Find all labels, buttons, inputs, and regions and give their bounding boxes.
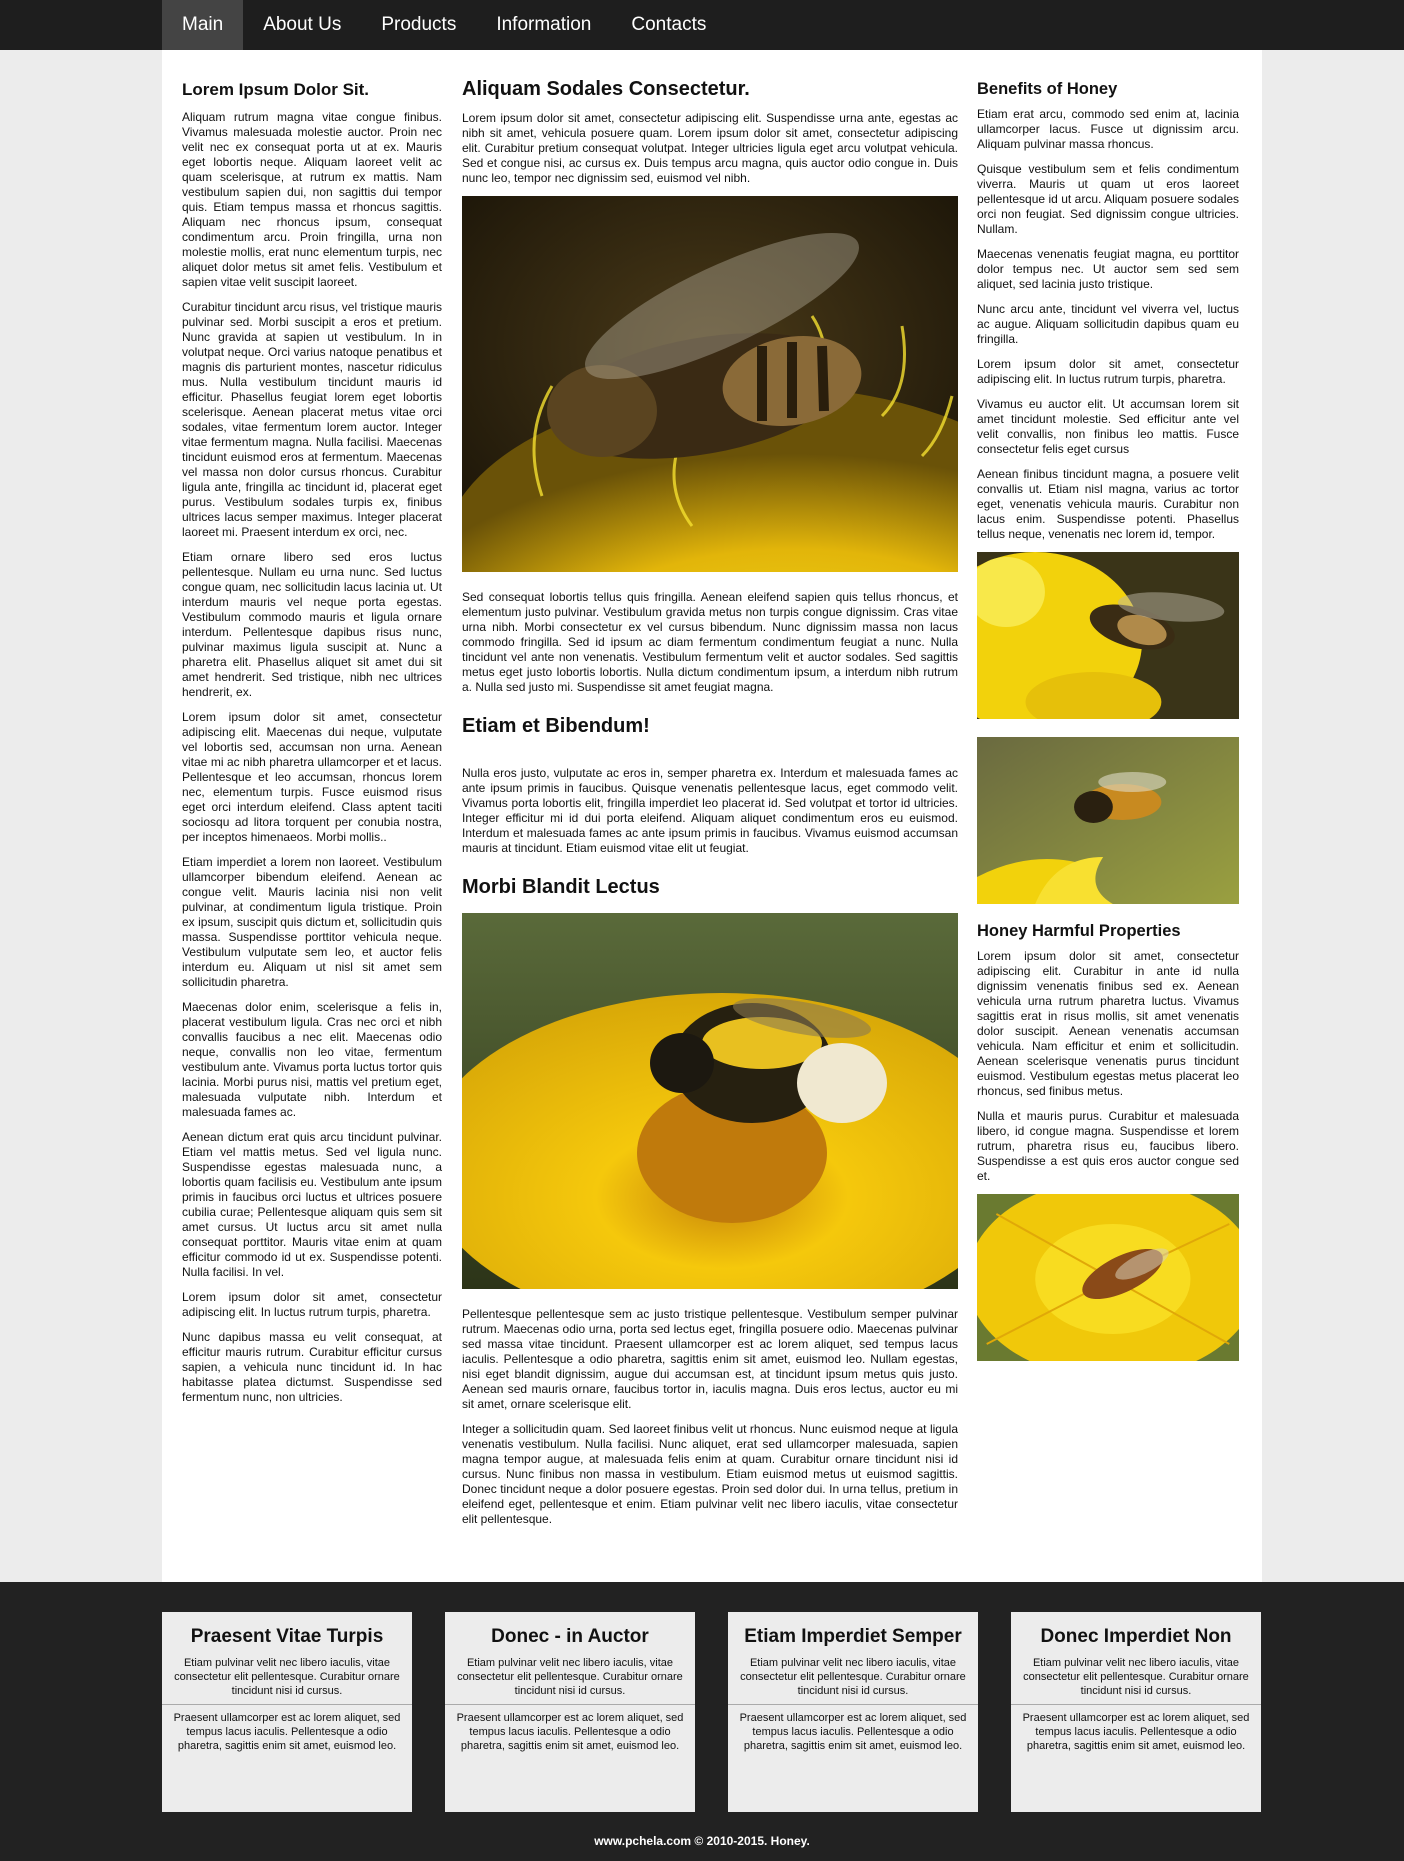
footer: Praesent Vitae Turpis Etiam pulvinar vel… [0,1582,1404,1861]
middle-paragraph: Sed consequat lobortis tellus quis fring… [462,590,958,694]
right-paragraph: Lorem ipsum dolor sit amet, consectetur … [977,357,1239,386]
right-paragraph: Etiam erat arcu, commodo sed enim at, la… [977,107,1239,151]
page-margin-right [1262,50,1404,1582]
nav-item-products[interactable]: Products [361,0,476,50]
left-paragraph: Curabitur tincidunt arcu risus, vel tris… [182,300,442,539]
nav-item-main[interactable]: Main [162,0,244,50]
footer-box-text: Etiam pulvinar velit nec libero iaculis,… [174,1657,400,1697]
nav-item-about-us[interactable]: About Us [243,0,361,50]
bee-on-dandelion-photo-2 [977,1194,1239,1361]
middle-column: Aliquam Sodales Consectetur. Lorem ipsum… [462,70,958,1537]
right-paragraph: Maecenas venenatis feugiat magna, eu por… [977,247,1239,291]
middle-paragraph: Nulla eros justo, vulputate ac eros in, … [462,766,958,855]
left-paragraph: Aenean dictum erat quis arcu tincidunt p… [182,1130,442,1279]
footer-box-title: Praesent Vitae Turpis [190,1626,384,1647]
right-paragraph: Lorem ipsum dolor sit amet, consectetur … [977,949,1239,1098]
left-paragraph: Maecenas dolor enim, scelerisque a felis… [182,1000,442,1119]
left-paragraph: Etiam ornare libero sed eros luctus pell… [182,550,442,699]
nav-item-information[interactable]: Information [476,0,611,50]
footer-box-text: Etiam pulvinar velit nec libero iaculis,… [457,1657,683,1697]
top-navigation: Main About Us Products Information Conta… [0,0,1404,50]
footer-box-text: Praesent ullamcorper est ac lorem alique… [173,1712,401,1752]
bee-flying-photo [977,737,1239,904]
middle-subtitle-morbi: Morbi Blandit Lectus [462,876,660,898]
copyright-text: www.pchela.com © 2010-2015. Honey. [594,1834,810,1848]
footer-box-text: Praesent ullamcorper est ac lorem alique… [739,1712,967,1752]
left-paragraph: Lorem ipsum dolor sit amet, consectetur … [182,1290,442,1319]
middle-column-title: Aliquam Sodales Consectetur. [462,78,750,100]
left-paragraph: Lorem ipsum dolor sit amet, consectetur … [182,710,442,844]
page-margin-left [0,50,162,1582]
footer-box-title: Donec - in Auctor [491,1626,649,1647]
footer-box-title: Donec Imperdiet Non [1040,1626,1232,1647]
middle-paragraph: Pellentesque pellentesque sem ac justo t… [462,1307,958,1411]
footer-box: Donec - in Auctor Etiam pulvinar velit n… [445,1612,695,1812]
left-column-title: Lorem Ipsum Dolor Sit. [182,80,370,99]
bumblebee-on-yellow-flower-photo [462,913,958,1289]
middle-intro-paragraph: Lorem ipsum dolor sit amet, consectetur … [462,111,958,185]
footer-box: Etiam Imperdiet Semper Etiam pulvinar ve… [728,1612,978,1812]
right-paragraph: Vivamus eu auctor elit. Ut accumsan lore… [977,397,1239,456]
footer-box-text: Praesent ullamcorper est ac lorem alique… [456,1712,684,1752]
footer-box-title: Etiam Imperdiet Semper [744,1626,962,1647]
nav-item-contacts[interactable]: Contacts [611,0,726,50]
footer-box-text: Praesent ullamcorper est ac lorem alique… [1022,1712,1250,1752]
left-column: Lorem Ipsum Dolor Sit. Aliquam rutrum ma… [182,70,442,1415]
middle-subtitle-etiam: Etiam et Bibendum! [462,715,650,737]
footer-box: Donec Imperdiet Non Etiam pulvinar velit… [1011,1612,1261,1812]
right-column: Benefits of Honey Etiam erat arcu, commo… [977,70,1239,1379]
left-paragraph: Aliquam rutrum magna vitae congue finibu… [182,110,442,289]
left-paragraph: Nunc dapibus massa eu velit consequat, a… [182,1330,442,1404]
right-paragraph: Quisque vestibulum sem et felis condimen… [977,162,1239,236]
footer-box-text: Etiam pulvinar velit nec libero iaculis,… [740,1657,966,1697]
left-paragraph: Etiam imperdiet a lorem non laoreet. Ves… [182,855,442,989]
bee-on-dandelion-photo [462,196,958,572]
right-paragraph: Aenean finibus tincidunt magna, a posuer… [977,467,1239,541]
right-column-title: Benefits of Honey [977,80,1118,98]
bee-on-yellow-flower-photo [977,552,1239,719]
nav-menu: Main About Us Products Information Conta… [162,0,726,50]
main-content: Lorem Ipsum Dolor Sit. Aliquam rutrum ma… [162,50,1262,1582]
footer-box-text: Etiam pulvinar velit nec libero iaculis,… [1023,1657,1249,1697]
right-paragraph: Nulla et mauris purus. Curabitur et male… [977,1109,1239,1183]
middle-paragraph: Integer a sollicitudin quam. Sed laoreet… [462,1422,958,1526]
right-column-title-2: Honey Harmful Properties [977,922,1181,940]
right-paragraph: Nunc arcu ante, tincidunt vel viverra ve… [977,302,1239,346]
footer-box: Praesent Vitae Turpis Etiam pulvinar vel… [162,1612,412,1812]
